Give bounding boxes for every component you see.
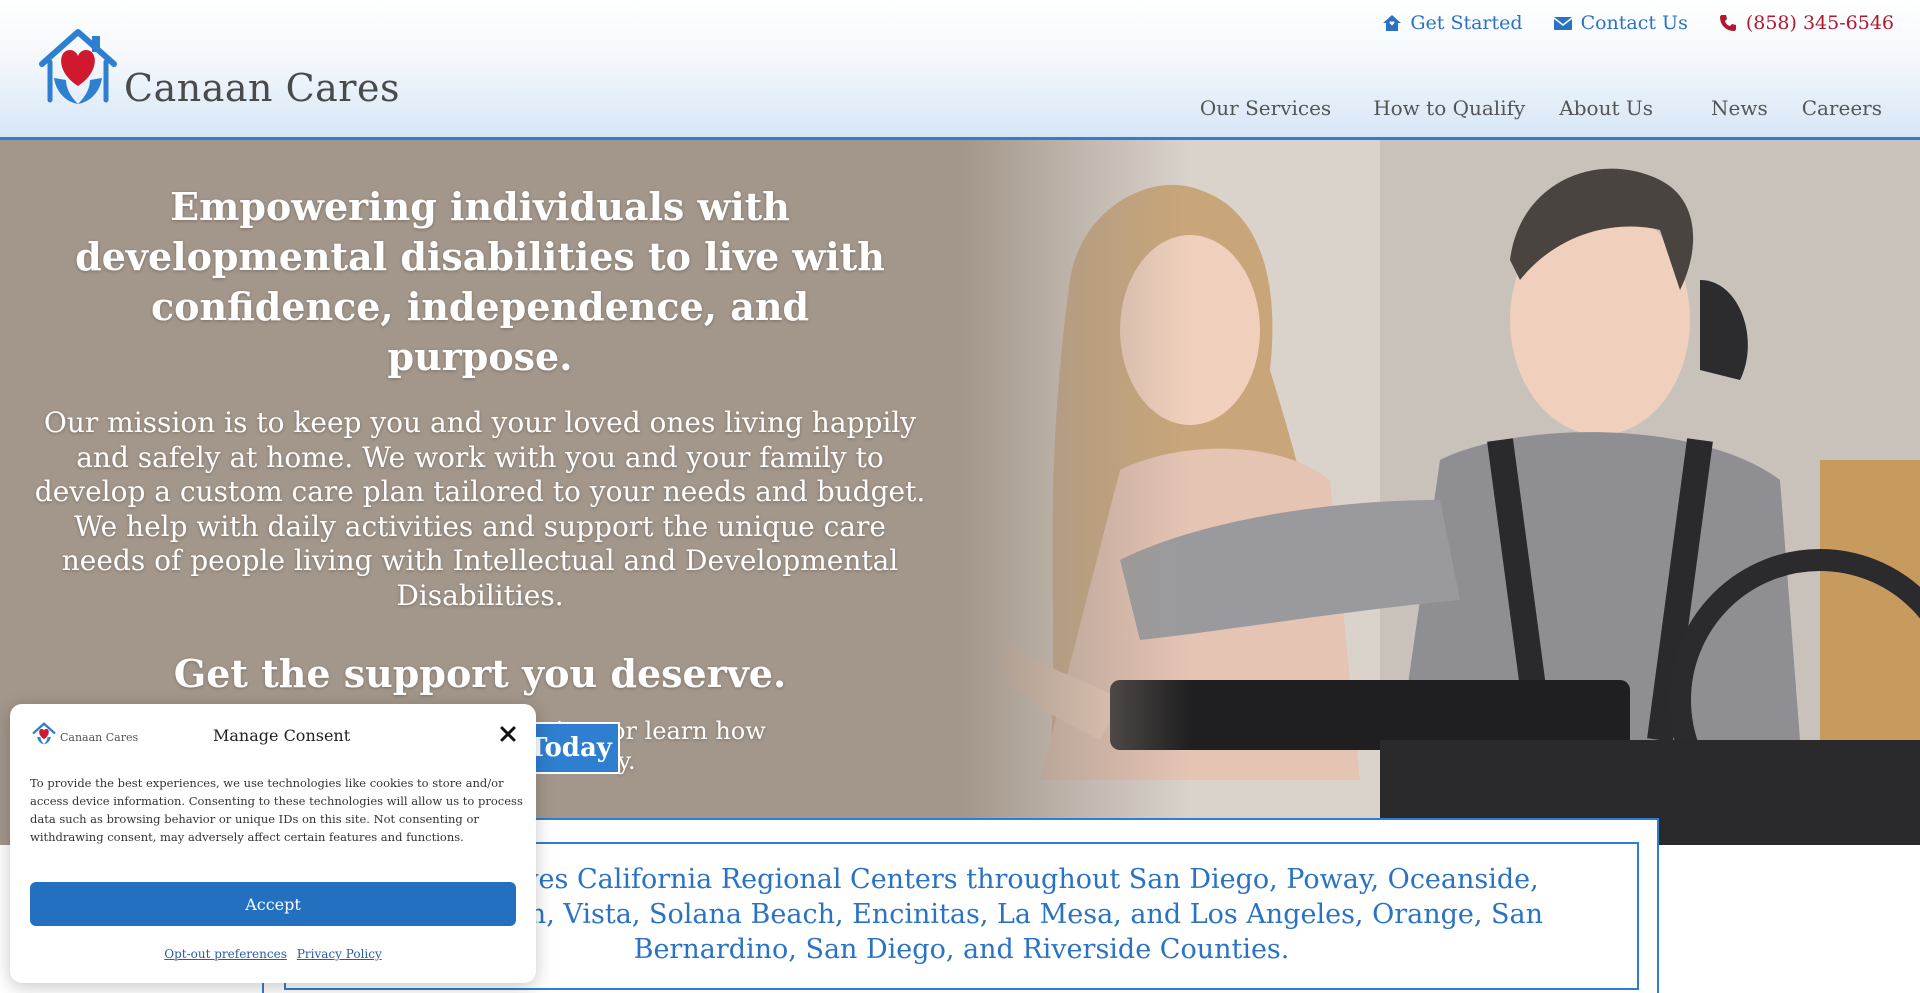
phone-icon xyxy=(1719,15,1736,31)
hero-support-heading: Get the support you deserve. xyxy=(173,651,787,696)
consent-title: Manage Consent xyxy=(213,726,351,745)
brand-name[interactable]: Canaan Cares xyxy=(124,66,400,110)
opt-out-preferences-link[interactable]: Opt-out preferences xyxy=(164,947,287,961)
close-icon[interactable] xyxy=(498,724,518,744)
consent-body-text: To provide the best experiences, we use … xyxy=(30,776,523,844)
cta-label: Today xyxy=(528,733,612,763)
house-icon xyxy=(1383,15,1402,31)
hero-text: Empowering individuals with developmenta… xyxy=(30,182,930,776)
nav-careers[interactable]: Careers xyxy=(1802,96,1882,120)
consent-logo: Canaan Cares xyxy=(32,722,138,746)
nav-news[interactable]: News xyxy=(1711,96,1768,120)
top-links: Get Started Contact Us (858) 345-6546 xyxy=(1382,12,1894,34)
hero-mission: Our mission is to keep you and your love… xyxy=(34,406,926,612)
nav-how-to-qualify[interactable]: How to Qualify xyxy=(1373,96,1525,120)
phone-number: (858) 345-6546 xyxy=(1745,12,1894,34)
main-nav: Our Services How to Qualify About Us New… xyxy=(1200,96,1882,120)
house-heart-hands-logo-small xyxy=(32,722,56,745)
site-header: Canaan Cares Get Started Contact Us (858… xyxy=(0,0,1920,140)
contact-us-link[interactable]: Contact Us xyxy=(1553,12,1688,34)
contact-us-label: Contact Us xyxy=(1580,12,1688,34)
envelope-icon xyxy=(1553,17,1573,30)
consent-links: Opt-out preferences Privacy Policy xyxy=(10,947,536,961)
consent-modal: Canaan Cares Manage Consent To provide t… xyxy=(10,704,536,983)
privacy-policy-link[interactable]: Privacy Policy xyxy=(297,947,382,961)
get-started-label: Get Started xyxy=(1410,12,1523,34)
hero-title: Empowering individuals with developmenta… xyxy=(75,184,885,379)
phone-link[interactable]: (858) 345-6546 xyxy=(1718,12,1894,34)
nav-about-us[interactable]: About Us xyxy=(1559,96,1653,120)
nav-our-services[interactable]: Our Services xyxy=(1200,96,1331,120)
get-started-link[interactable]: Get Started xyxy=(1382,12,1523,34)
house-heart-hands-logo[interactable] xyxy=(36,26,120,110)
consent-brand-name: Canaan Cares xyxy=(60,731,139,744)
accept-button[interactable]: Accept xyxy=(30,882,516,926)
